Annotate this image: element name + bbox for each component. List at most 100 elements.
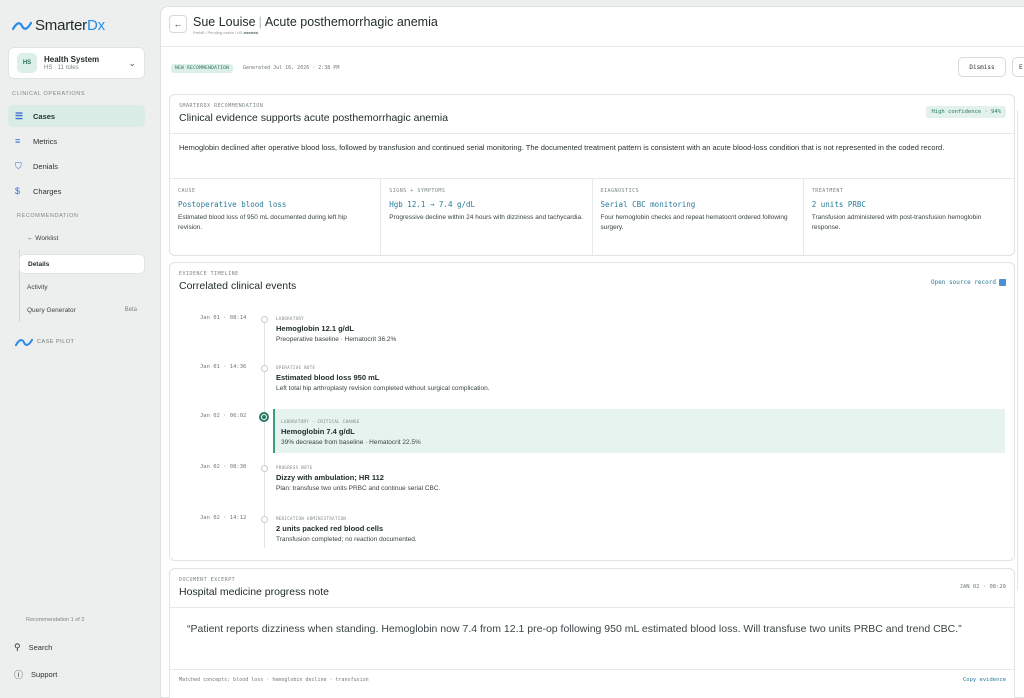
column-value: 2 units PRBC (811, 200, 866, 209)
event-type: PROGRESS NOTE (276, 465, 313, 470)
document-date: JAN 02 · 08:20 (959, 584, 1006, 590)
matched-concepts: Matched concepts: blood loss · hemoglobi… (179, 677, 369, 683)
timeline-title: Correlated clinical events (179, 280, 297, 292)
timeline-event-critical[interactable]: LABORATORY · CRITICAL CHANGE Hemoglobin … (273, 409, 1005, 453)
org-switcher[interactable]: HS Health System HS · 11 roles ⌄ (8, 47, 145, 79)
sub-item-activity[interactable]: Activity (19, 277, 145, 297)
evidence-column-signs: SIGNS + SYMPTOMS Hgb 12.1 → 7.4 g/dL Pro… (381, 179, 593, 255)
back-button[interactable]: ← (169, 15, 187, 33)
logo[interactable]: SmarterDx (12, 17, 105, 34)
column-description: Transfusion administered with post-trans… (811, 214, 982, 231)
generated-timestamp: Generated Jul 16, 2026 · 2:38 PM (243, 65, 340, 71)
search-link[interactable]: ⚲ Search (14, 642, 52, 653)
sidebar-item-label: Denials (33, 161, 59, 171)
recommendation-summary: Hemoglobin declined after operative bloo… (179, 143, 945, 152)
sub-item-query-generator[interactable]: Query Generator Beta (19, 300, 145, 320)
timeline-dot (261, 316, 268, 323)
recommendation-eyebrow: SMARTERDX RECOMMENDATION (179, 103, 264, 109)
sidebar-item-label: Cases (33, 111, 56, 121)
timeline-dot (261, 516, 268, 523)
sidebar-item-charges[interactable]: $ Charges (8, 180, 145, 202)
open-source-record-link[interactable]: Open source record (931, 279, 1006, 286)
evidence-column-treatment: TREATMENT 2 units PRBC Transfusion admin… (804, 179, 1014, 255)
recommendation-bar: NEW RECOMMENDATION Generated Jul 16, 202… (161, 47, 1024, 89)
sub-item-details[interactable]: Details (19, 254, 145, 274)
event-time: Jan 01 · 14:36 (200, 364, 247, 370)
evidence-columns: CAUSE Postoperative blood loss Estimated… (170, 179, 1014, 255)
column-label: SIGNS + SYMPTOMS (389, 188, 446, 194)
section-label-clinical: CLINICAL OPERATIONS (12, 91, 86, 97)
column-value: Postoperative blood loss (178, 200, 287, 209)
timeline-dot (261, 465, 268, 472)
case-pilot-link[interactable]: CASE PILOT (8, 331, 145, 353)
sidebar-item-label: Metrics (33, 136, 58, 146)
recommendation-card: SMARTERDX RECOMMENDATION Clinical eviden… (169, 94, 1015, 256)
event-time: Jan 02 · 08:30 (200, 464, 247, 470)
sub-item-worklist[interactable]: ← Worklist (19, 228, 145, 248)
sidebar-item-denials[interactable]: ⛉ Denials (8, 155, 145, 177)
event-title: Dizzy with ambulation; HR 112 (276, 473, 384, 482)
event-description: 39% decrease from baseline · Hematocrit … (281, 439, 421, 446)
event-time: Jan 02 · 14:12 (200, 515, 247, 521)
evidence-timeline-card: EVIDENCE TIMELINE Correlated clinical ev… (169, 262, 1015, 561)
metrics-icon: ≡ (15, 136, 21, 146)
dismiss-button[interactable]: Dismiss (958, 57, 1006, 77)
org-name: Health System (44, 55, 100, 64)
event-title: Hemoglobin 7.4 g/dL (281, 427, 355, 436)
divider (170, 669, 1014, 670)
new-recommendation-badge: NEW RECOMMENDATION (171, 64, 234, 73)
event-type: OPERATIVE NOTE (276, 365, 316, 370)
secondary-action-button[interactable]: E (1012, 57, 1024, 77)
org-subtitle: HS · 11 roles (44, 65, 79, 71)
logo-wave-icon (12, 21, 32, 30)
sidebar-item-metrics[interactable]: ≡ Metrics (8, 130, 145, 152)
org-badge: HS (17, 53, 37, 73)
event-type: LABORATORY · CRITICAL CHANGE (281, 419, 360, 424)
cases-icon: ☰ (15, 110, 24, 121)
divider (170, 133, 1014, 134)
main-panel: ← Sue Louise | Acute posthemorrhagic anemi… (160, 6, 1024, 698)
logo-text: SmarterDx (35, 17, 105, 34)
divider (170, 607, 1014, 608)
arrow-left-icon: ← (173, 19, 183, 29)
help-icon: ⓘ (14, 670, 24, 680)
patient-name: Sue Louise (193, 15, 256, 29)
column-value: Hgb 12.1 → 7.4 g/dL (389, 200, 476, 209)
beta-badge: Beta (124, 307, 137, 313)
copy-evidence-button[interactable]: Copy evidence (963, 677, 1006, 683)
timeline-event[interactable]: Jan 01 · 14:36 OPERATIVE NOTE Estimated … (170, 362, 1014, 406)
event-time: Jan 01 · 08:14 (200, 315, 247, 321)
open-source-record-label: Open source record (930, 279, 996, 286)
document-title: Hospital medicine progress note (179, 586, 329, 598)
top-bar: ← Sue Louise | Acute posthemorrhagic anemi… (161, 7, 1024, 47)
event-title: Hemoglobin 12.1 g/dL (276, 324, 354, 333)
case-pilot-wave-icon (15, 338, 33, 346)
timeline-dot-critical (259, 412, 269, 422)
right-panel-edge (1017, 110, 1024, 590)
event-description: Transfusion completed; no reaction docum… (276, 536, 417, 543)
external-link-icon (999, 279, 1006, 286)
event-type: MEDICATION ADMINISTRATION (276, 516, 347, 521)
event-description: Left total hip arthroplasty revision com… (276, 385, 490, 392)
document-eyebrow: DOCUMENT EXCERPT (179, 577, 236, 583)
column-value: Serial CBC monitoring (600, 200, 696, 209)
chevron-down-icon: ⌄ (128, 57, 136, 68)
event-description: Preoperative baseline · Hematocrit 36.2% (276, 336, 397, 343)
event-description: Plan: transfuse two units PRBC and conti… (276, 485, 441, 492)
timeline-eyebrow: EVIDENCE TIMELINE (179, 271, 239, 277)
search-label: Search (28, 643, 53, 652)
column-description: Four hemoglobin checks and repeat hemato… (600, 214, 788, 231)
dollar-icon: $ (15, 186, 21, 196)
breadcrumb[interactable]: Prebill / Pending cases / HS ■■■■■■ (193, 30, 258, 35)
timeline-event[interactable]: Jan 02 · 08:30 PROGRESS NOTE Dizzy with … (170, 462, 1014, 506)
sidebar-item-cases[interactable]: ☰ Cases (8, 105, 145, 127)
support-link[interactable]: ⓘ Support (14, 668, 57, 681)
sidebar: SmarterDx HS Health System HS · 11 roles… (0, 0, 160, 698)
timeline-event[interactable]: Jan 01 · 08:14 LABORATORY Hemoglobin 12.… (170, 313, 1014, 357)
event-title: Estimated blood loss 950 mL (276, 373, 380, 382)
sub-item-label: Query Generator (27, 306, 76, 314)
shield-icon: ⛉ (15, 160, 22, 171)
title-separator: | (258, 15, 262, 29)
timeline-event[interactable]: Jan 02 · 14:12 MEDICATION ADMINISTRATION… (170, 513, 1014, 557)
diagnosis-name: Acute posthemorrhagic anemia (264, 15, 438, 29)
